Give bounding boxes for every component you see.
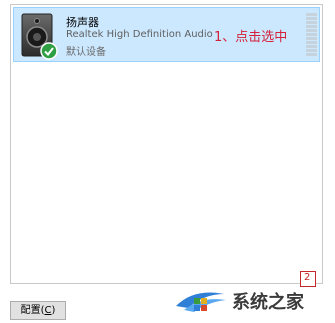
device-name: 扬声器 xyxy=(66,16,99,29)
device-row-speaker[interactable]: 扬声器 Realtek High Definition Audio 默认设备 1… xyxy=(13,7,320,62)
volume-level-meter xyxy=(306,13,317,57)
configure-button[interactable]: 配置(C) xyxy=(10,301,66,320)
watermark-text: 系统之家 xyxy=(232,292,304,313)
playback-device-list[interactable]: 扬声器 Realtek High Definition Audio 默认设备 1… xyxy=(10,4,323,287)
device-status: 默认设备 xyxy=(66,47,106,58)
watermark: 系统之家 xyxy=(174,284,334,314)
annotation-text: 1、点击选中 xyxy=(214,30,288,45)
device-driver: Realtek High Definition Audio xyxy=(66,29,213,40)
watermark-logo-icon xyxy=(176,292,226,312)
default-check-icon xyxy=(40,42,58,60)
